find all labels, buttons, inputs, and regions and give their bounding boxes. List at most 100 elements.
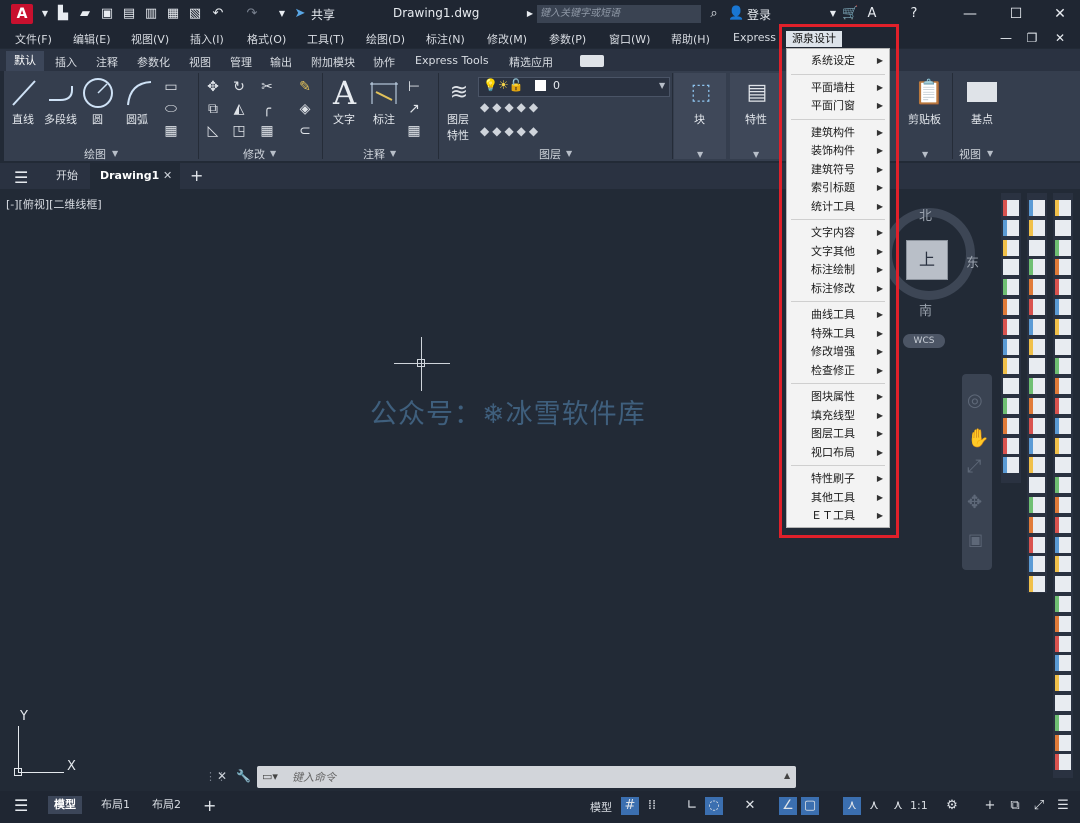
stretch-icon[interactable]: ◺ — [204, 123, 222, 139]
toolbar-tool-icon[interactable] — [1003, 417, 1019, 434]
toolbar-tool-icon[interactable] — [1029, 299, 1045, 315]
grid-icon[interactable]: # — [621, 797, 639, 815]
polyline-button-label[interactable]: 多段线 — [44, 111, 77, 127]
menu-parametric[interactable]: 参数(P) — [549, 31, 586, 47]
login-dropdown-icon[interactable]: ▼ — [825, 6, 841, 22]
snap-icon[interactable]: ⁞⁞ — [643, 797, 661, 815]
menu-file[interactable]: 文件(F) — [15, 31, 52, 47]
doc-minimize-button[interactable]: — — [996, 28, 1016, 48]
share-icon[interactable]: ➤ — [292, 6, 308, 22]
user-icon[interactable]: 👤 — [728, 6, 744, 22]
mirror-icon[interactable]: ◭ — [230, 101, 248, 117]
toolbar-tool-icon[interactable] — [1003, 200, 1019, 216]
tab-drawing1[interactable]: Drawing1 — [100, 163, 159, 189]
toolbar-tool-icon[interactable] — [1029, 516, 1045, 533]
hamburger-menu-icon[interactable]: ☰ — [14, 168, 28, 187]
toolbar-tool-icon[interactable] — [1029, 417, 1045, 434]
viewport-controls-label[interactable]: [-][俯视][二维线框] — [6, 196, 102, 212]
toolbar-tool-icon[interactable] — [1055, 219, 1071, 236]
object-snap-tracking-icon[interactable]: ∠ — [779, 797, 797, 815]
autodesk-a360-icon[interactable]: A — [864, 6, 880, 22]
toolbar-tool-icon[interactable] — [1055, 378, 1071, 395]
polar-icon[interactable]: ◌ — [705, 797, 723, 815]
annotation-panel-expand-icon[interactable]: ▼ — [390, 149, 396, 158]
paste-icon[interactable]: 📋 — [914, 78, 944, 106]
clipboard-expand-icon[interactable]: ▼ — [922, 150, 928, 159]
wcs-menu[interactable]: WCS — [903, 334, 945, 348]
toolbar-tool-icon[interactable] — [1003, 338, 1019, 355]
search-expand-icon[interactable]: ▶ — [522, 6, 538, 22]
layer-properties-icon[interactable]: ≋ — [446, 80, 472, 106]
toolbar-tool-icon[interactable] — [1055, 695, 1071, 711]
toolbar-tool-icon[interactable] — [1029, 318, 1045, 335]
modify-panel-expand-icon[interactable]: ▼ — [270, 149, 276, 158]
toolbar-tool-icon[interactable] — [1029, 536, 1045, 553]
menu-tools[interactable]: 工具(T) — [307, 31, 344, 47]
menu-express[interactable]: Express — [733, 31, 776, 44]
properties-icon[interactable]: ▤ — [744, 80, 770, 106]
toolbar-tool-icon[interactable] — [1003, 437, 1019, 454]
scale-icon[interactable]: ◳ — [230, 123, 248, 139]
linear-dimension-icon[interactable]: ⊢ — [405, 79, 423, 95]
toolbar-tool-icon[interactable] — [1003, 239, 1019, 256]
properties-expand-icon[interactable]: ▼ — [753, 150, 759, 159]
trim-icon[interactable]: ✂ — [258, 79, 276, 95]
layers-panel-expand-icon[interactable]: ▼ — [566, 149, 572, 158]
toolbar-tool-icon[interactable] — [1055, 259, 1071, 276]
text-icon[interactable]: A — [333, 74, 356, 112]
workspace-gear-icon[interactable]: ⚙ — [943, 797, 961, 815]
leader-icon[interactable]: ↗ — [405, 101, 423, 117]
new-tab-plus-icon[interactable]: + — [190, 163, 203, 189]
redo-icon[interactable]: ↷ — [244, 6, 260, 22]
menu-dimension[interactable]: 标注(N) — [426, 31, 465, 47]
toolbar-tool-icon[interactable] — [1055, 675, 1071, 692]
toolbar-tool-icon[interactable] — [1029, 457, 1045, 474]
annotation-scale-value[interactable]: 1:1 — [910, 799, 928, 812]
viewcube-south[interactable]: 南 — [919, 300, 932, 319]
publish-icon[interactable]: ▥ — [143, 6, 159, 22]
login-label[interactable]: 登录 — [747, 6, 771, 23]
model-space-label[interactable]: 模型 — [590, 799, 612, 815]
add-layout-icon[interactable]: + — [203, 796, 216, 815]
tab-view[interactable]: 视图 — [189, 54, 211, 70]
tab-annotate[interactable]: 注释 — [96, 54, 118, 70]
dimension-icon[interactable] — [368, 80, 400, 108]
draw-panel-expand-icon[interactable]: ▼ — [112, 149, 118, 158]
toolbar-tool-icon[interactable] — [1029, 398, 1045, 414]
toolbar-tool-icon[interactable] — [1003, 279, 1019, 296]
orbit-icon[interactable]: ✥ — [967, 492, 982, 513]
toolbar-tool-icon[interactable] — [1055, 338, 1071, 355]
draw-panel-title[interactable]: 绘图 — [84, 146, 106, 162]
dimension-button-label[interactable]: 标注 — [373, 111, 395, 127]
toolbar-tool-icon[interactable] — [1055, 299, 1071, 315]
new-file-icon[interactable]: ▙ — [55, 6, 71, 22]
toolbar-tool-icon[interactable] — [1029, 338, 1045, 355]
menu-window[interactable]: 窗口(W) — [609, 31, 650, 47]
toolbar-tool-icon[interactable] — [1055, 497, 1071, 513]
menu-edit[interactable]: 编辑(E) — [73, 31, 111, 47]
toolbar-tool-icon[interactable] — [1055, 318, 1071, 335]
command-close-icon[interactable]: ✕ — [217, 769, 227, 783]
toolbar-tool-icon[interactable] — [1055, 417, 1071, 434]
toolbar-tool-icon[interactable] — [1003, 457, 1019, 474]
menu-format[interactable]: 格式(O) — [247, 31, 286, 47]
tab-close-icon[interactable]: ✕ — [163, 163, 172, 189]
undo-icon[interactable]: ↶ — [210, 6, 226, 22]
layer-properties-label-1[interactable]: 图层 — [447, 111, 469, 127]
ribbon-minimize-toggle[interactable] — [580, 55, 604, 67]
toolbar-tool-icon[interactable] — [1029, 239, 1045, 256]
layers-panel-title[interactable]: 图层 — [539, 146, 561, 162]
status-customize-icon[interactable]: ☰ — [1054, 797, 1072, 815]
viewcube-top-face[interactable]: 上 — [906, 240, 948, 280]
steering-wheel-icon[interactable]: ◎ — [967, 390, 983, 411]
toolbar-tool-icon[interactable] — [1029, 259, 1045, 276]
toolbar-tool-icon[interactable] — [1029, 378, 1045, 395]
rectangle-icon[interactable]: ▭ — [162, 79, 180, 95]
tab-output[interactable]: 输出 — [270, 54, 292, 70]
isodraft-icon[interactable]: ✕ — [741, 797, 759, 815]
menu-modify[interactable]: 修改(M) — [487, 31, 527, 47]
rotate-icon[interactable]: ↻ — [230, 79, 248, 95]
erase-icon[interactable]: ✎ — [296, 79, 314, 95]
share-label[interactable]: 共享 — [311, 6, 335, 23]
toolbar-tool-icon[interactable] — [1055, 200, 1071, 216]
